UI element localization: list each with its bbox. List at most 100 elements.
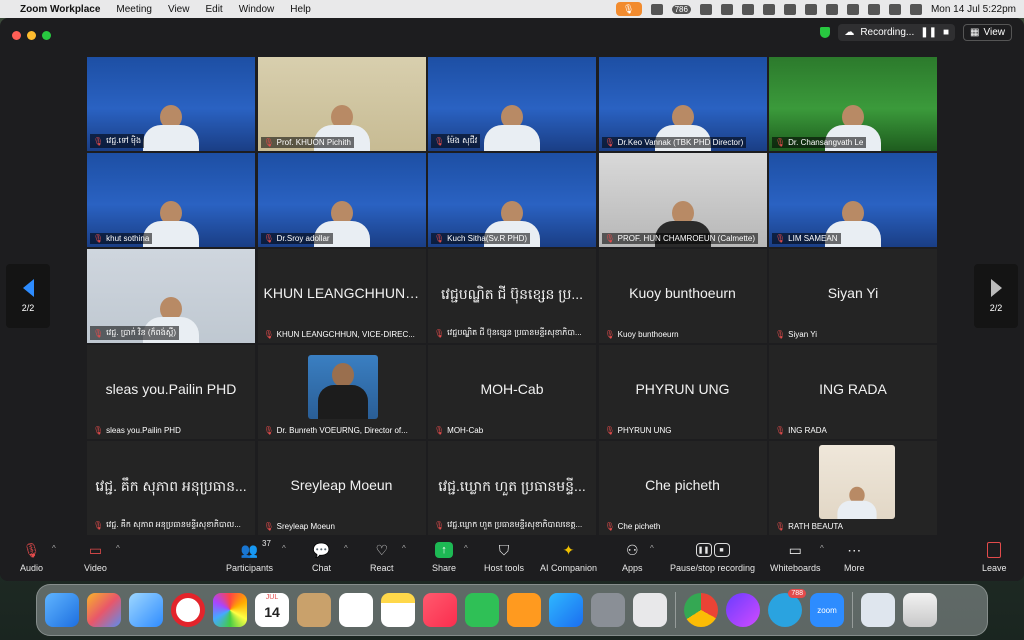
photos-icon[interactable] [213, 593, 247, 627]
participant-tile[interactable]: 🎙 ម៉ែង សុជីវ [427, 56, 597, 152]
status-app-icon[interactable] [720, 3, 733, 15]
participant-tile[interactable]: 🎙 Dr.Sroy adollar [256, 152, 427, 248]
participant-tile[interactable]: 🎙 RATH BEAUTA [768, 440, 938, 536]
battery-icon[interactable] [825, 3, 838, 15]
video-options-chevron-icon[interactable]: ^ [116, 544, 120, 553]
participant-tile[interactable]: sleas you.Pailin PHD 🎙 sleas you.Pailin PH… [86, 344, 256, 440]
reminders-icon[interactable] [339, 593, 373, 627]
audio-button[interactable]: 🎙 Audio [20, 541, 43, 574]
react-chevron-icon[interactable]: ^ [402, 544, 406, 553]
notes-icon[interactable] [381, 593, 415, 627]
participant-tile[interactable]: PHYRUN UNG 🎙 PHYRUN UNG [597, 344, 768, 440]
menu-bar-clock[interactable]: Mon 14 Jul 5:22pm [931, 4, 1016, 15]
menu-view[interactable]: View [168, 4, 190, 15]
participant-tile[interactable]: 🎙 វេជ្ជ.ទៅ ម៉ិង [86, 56, 256, 152]
app-store-icon[interactable] [549, 593, 583, 627]
menu-edit[interactable]: Edit [205, 4, 222, 15]
pause-recording-icon[interactable]: ❚❚ [920, 27, 937, 38]
fullscreen-window-button[interactable] [42, 30, 51, 40]
video-button[interactable]: ▭ Video [84, 541, 107, 574]
participant-tile[interactable]: 🎙 Dr.Keo Vannak (TBK PHD Director) [597, 56, 768, 152]
pages-icon[interactable] [507, 593, 541, 627]
participants-chevron-icon[interactable]: ^ [282, 544, 286, 553]
menu-meeting[interactable]: Meeting [116, 4, 152, 15]
participant-tile[interactable]: វេជ្ជ.ឃ្លោក ហួត ប្រធានមន្ទី... 🎙 វេជ្ជ.ឃ្ល… [427, 440, 597, 536]
opera-icon[interactable] [171, 593, 205, 627]
ai-companion-button[interactable]: ✦ AI Companion [540, 541, 597, 574]
music-icon[interactable] [423, 593, 457, 627]
recording-indicator[interactable]: ☁ Recording... ❚❚ ■ [838, 24, 956, 41]
pause-stop-recording-button[interactable]: ❚❚ ■ Pause/stop recording [670, 541, 755, 573]
contacts-icon[interactable] [297, 593, 331, 627]
participant-tile[interactable]: Sreyleap Moeun 🎙 Sreyleap Moeun [256, 440, 427, 536]
status-app-icon[interactable] [783, 3, 796, 15]
safari-icon[interactable] [129, 593, 163, 627]
status-app-icon[interactable] [650, 3, 663, 15]
participant-tile[interactable]: 🎙 Dr. Chansangvath Le [768, 56, 938, 152]
calendar-icon[interactable]: JUL 14 [255, 593, 289, 627]
participant-tile[interactable]: ING RADA 🎙 ING RADA [768, 344, 938, 440]
arc-browser-icon[interactable] [726, 593, 760, 627]
more-button[interactable]: ⋯ More [844, 541, 865, 574]
participant-tile[interactable]: វេជ្ជបណ្ឌិត ជី ប៊ុនខ្សេន ប្រ... 🎙 វេជ្ជបណ្… [427, 248, 597, 344]
next-page-button[interactable]: 2/2 [974, 264, 1018, 328]
view-button[interactable]: ▦ View [963, 24, 1012, 41]
search-icon[interactable] [867, 3, 880, 15]
security-shield-icon[interactable] [820, 27, 831, 38]
status-app-icon[interactable] [762, 3, 775, 15]
system-settings-icon[interactable] [591, 593, 625, 627]
participant-tile[interactable]: 🎙 khut sothina [86, 152, 256, 248]
numbers-icon[interactable] [465, 593, 499, 627]
close-window-button[interactable] [12, 30, 21, 40]
participant-name: khut sothina [106, 234, 150, 243]
participant-tile[interactable]: វេជ្ជ. គឹក សុភាព អនុប្រធាន... 🎙 វេជ្ជ. គឹក… [86, 440, 256, 536]
status-badge[interactable]: 786 [671, 4, 691, 14]
participant-tile[interactable]: 🎙 Kuch Sitha(Sv.R PHD) [427, 152, 597, 248]
share-chevron-icon[interactable]: ^ [464, 544, 468, 553]
participant-tile[interactable]: 🎙 វេជ្ជ. ប្រាក់ វិន (ក៏ពង់ស្ពឺ) [86, 248, 256, 344]
participant-tile[interactable]: 🎙 Dr. Bunreth VOEURNG, Director of... [256, 344, 427, 440]
participant-tile[interactable]: Che picheth 🎙 Che picheth [597, 440, 768, 536]
control-center-icon[interactable] [888, 3, 901, 15]
apps-chevron-icon[interactable]: ^ [650, 544, 654, 553]
participant-tile[interactable]: Kuoy bunthoeurn 🎙 Kuoy bunthoeurn [597, 248, 768, 344]
wifi-icon[interactable] [846, 3, 859, 15]
headphones-icon[interactable] [804, 3, 817, 15]
zoom-icon[interactable]: zoom [810, 593, 844, 627]
menu-window[interactable]: Window [239, 4, 275, 15]
whiteboards-button[interactable]: ▭ Whiteboards [770, 541, 821, 574]
launchpad-icon[interactable] [87, 593, 121, 627]
minimize-window-button[interactable] [27, 30, 36, 40]
finder-icon[interactable] [45, 593, 79, 627]
participant-tile[interactable]: Siyan Yi 🎙 Siyan Yi [768, 248, 938, 344]
previous-page-button[interactable]: 2/2 [6, 264, 50, 328]
stop-recording-icon[interactable]: ■ [943, 27, 949, 38]
chat-chevron-icon[interactable]: ^ [344, 544, 348, 553]
share-button[interactable]: ↑ Share [432, 541, 456, 573]
participant-tile[interactable]: 🎙 PROF. HUN CHAMROEUN (Calmette) [597, 152, 768, 248]
menu-help[interactable]: Help [290, 4, 311, 15]
telegram-icon[interactable]: 788 [768, 589, 806, 627]
participant-tile[interactable]: 🎙 LIM SAMEAN [768, 152, 938, 248]
participant-tile[interactable]: KHUN LEANGCHHUN,... 🎙 KHUN LEANGCHHUN, VIC… [256, 248, 427, 344]
status-app-icon[interactable] [699, 3, 712, 15]
react-button[interactable]: ♡ React [370, 541, 394, 574]
leave-button[interactable]: Leave [982, 541, 1007, 573]
siri-icon[interactable] [909, 3, 922, 15]
mic-in-use-icon[interactable]: 🎙 [615, 2, 642, 16]
whiteboards-chevron-icon[interactable]: ^ [820, 544, 824, 553]
trash-icon[interactable] [903, 593, 937, 627]
participant-tile[interactable]: MOH-Cab 🎙 MOH-Cab [427, 344, 597, 440]
apps-button[interactable]: ⚇ Apps [622, 541, 643, 574]
chat-button[interactable]: 💬 Chat [312, 541, 331, 574]
recent-window-icon[interactable] [861, 593, 895, 627]
participant-nameplate: 🎙 ម៉ែង សុជីវ [431, 134, 481, 148]
participant-tile[interactable]: 🎙 Prof. KHUON Pichith [256, 56, 427, 152]
chrome-icon[interactable] [684, 593, 718, 627]
menu-app-name[interactable]: Zoom Workplace [20, 4, 100, 15]
status-app-icon[interactable] [741, 3, 754, 15]
audio-options-chevron-icon[interactable]: ^ [52, 544, 56, 553]
participant-name: Che picheth [617, 522, 661, 531]
iphone-mirroring-icon[interactable] [633, 593, 667, 627]
host-tools-button[interactable]: ⛉ Host tools [484, 541, 524, 574]
